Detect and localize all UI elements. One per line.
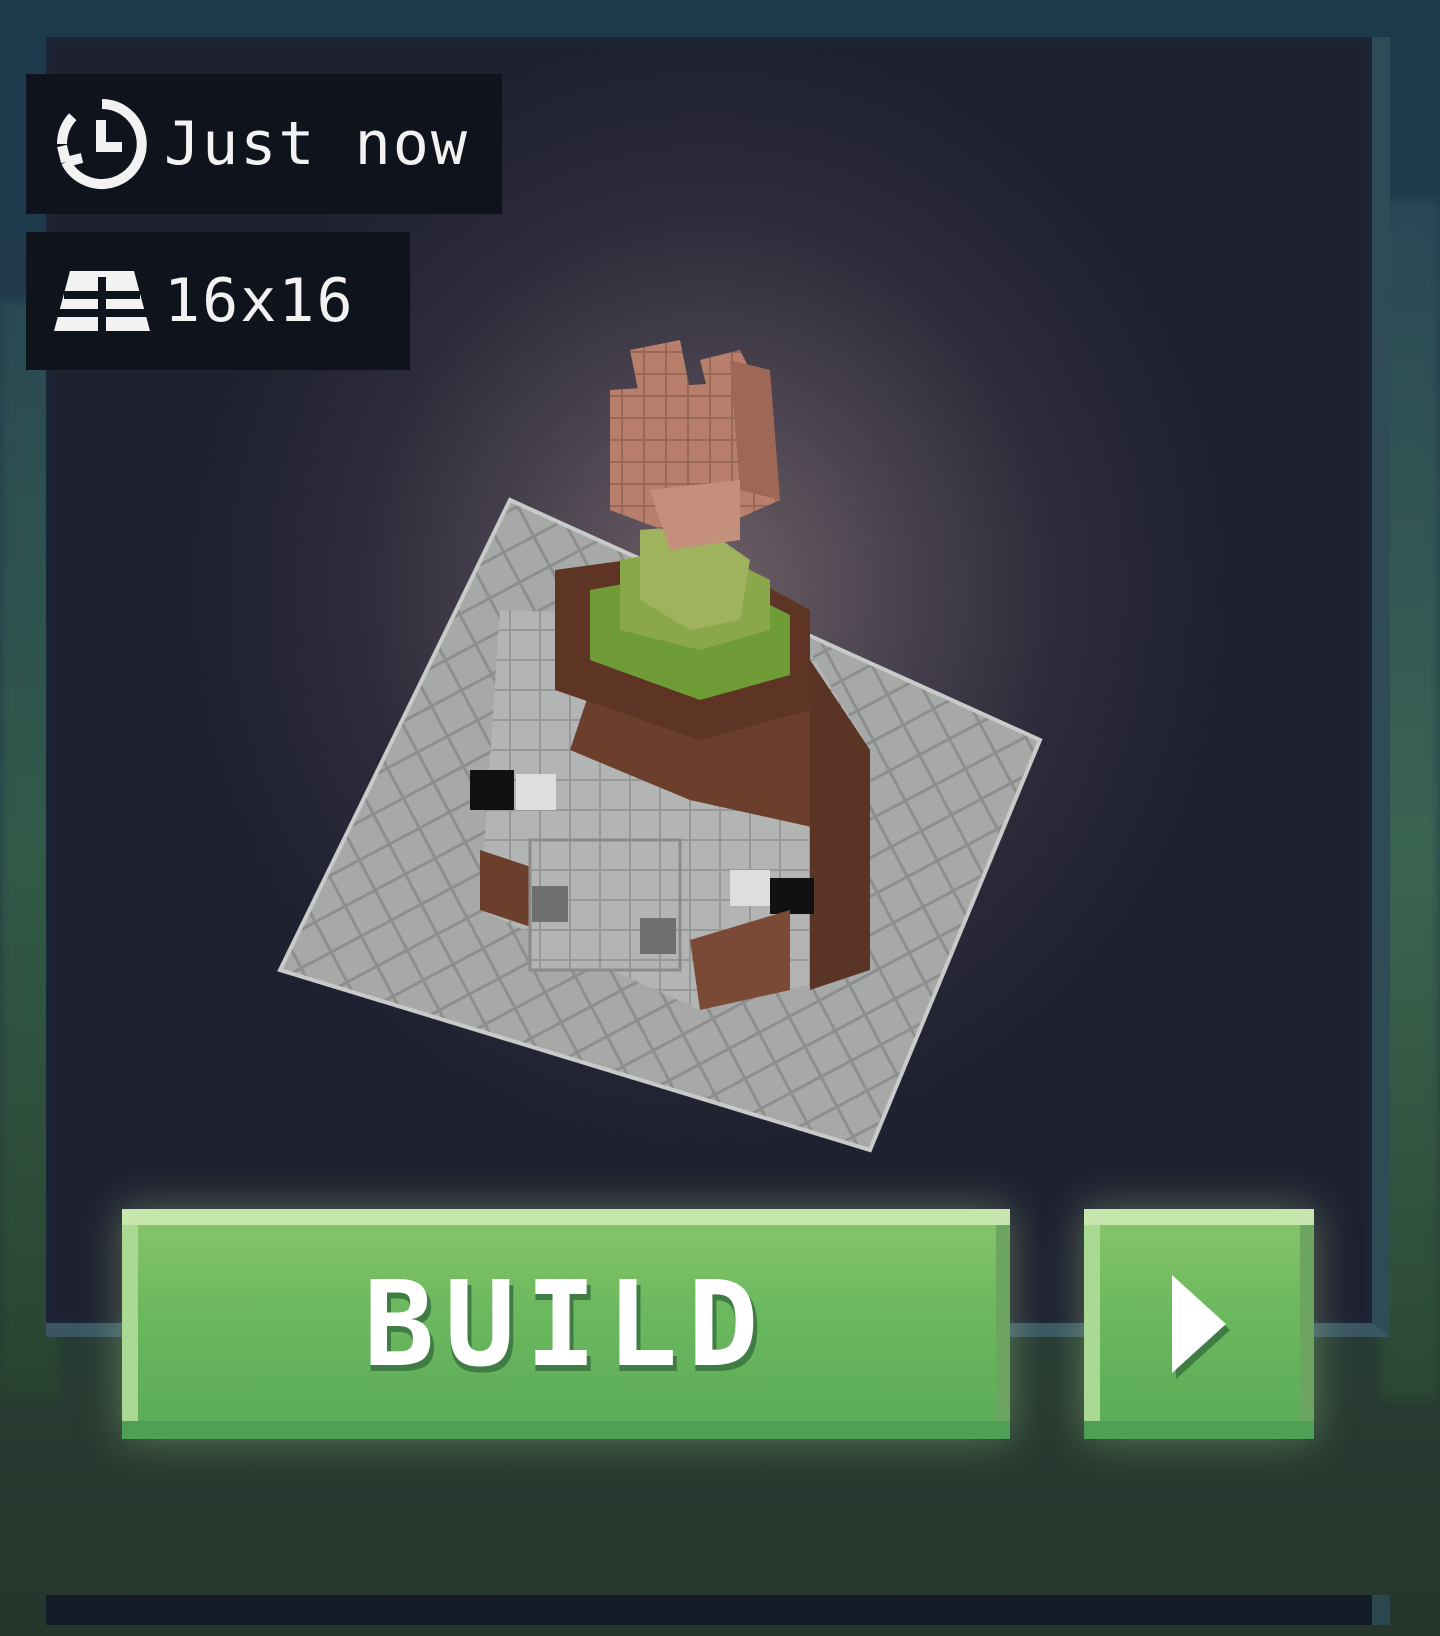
plot-size-text: 16x16 bbox=[164, 266, 355, 336]
play-arrow-icon bbox=[1084, 1209, 1314, 1439]
build-button[interactable]: BUILD bbox=[122, 1209, 1010, 1439]
next-card-edge bbox=[46, 1595, 1390, 1625]
next-button[interactable] bbox=[1084, 1209, 1314, 1439]
history-clock-icon bbox=[54, 96, 150, 192]
voxel-build-preview bbox=[270, 330, 1110, 1210]
last-updated-text: Just now bbox=[164, 109, 469, 179]
floor-grid-icon bbox=[54, 261, 150, 341]
build-button-label: BUILD bbox=[363, 1255, 769, 1393]
last-updated-badge: Just now bbox=[30, 78, 498, 210]
